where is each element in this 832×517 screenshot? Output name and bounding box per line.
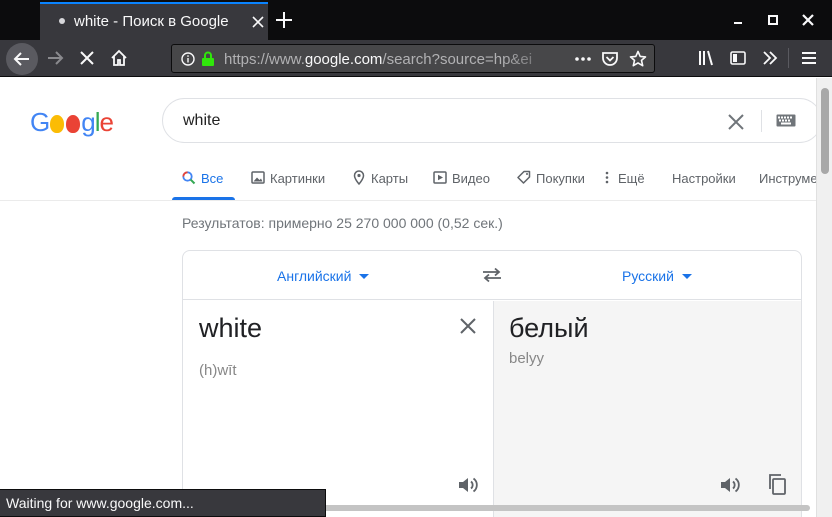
tab-label: Инструме [759, 171, 816, 186]
home-button[interactable] [110, 49, 128, 67]
copy-icon[interactable] [767, 473, 787, 495]
url-scheme: https://www. [224, 51, 305, 68]
tab-label: Картинки [270, 171, 326, 186]
status-bar: Waiting for www.google.com... [0, 489, 326, 517]
search-input[interactable]: white [183, 112, 220, 130]
tabs-divider [0, 200, 816, 201]
back-arrow-icon [13, 52, 29, 66]
web-page: Ggle white Все Картинки Карты Видео Поку… [0, 78, 816, 517]
target-transliteration: belyy [509, 350, 545, 367]
source-language-select[interactable]: Английский [277, 268, 370, 284]
site-info-icon[interactable] [181, 52, 195, 66]
play-icon [433, 171, 447, 184]
tab-label: Настройки [672, 171, 736, 186]
new-tab-icon[interactable] [275, 11, 293, 29]
url-domain: google.com [304, 51, 383, 68]
tab-label: Все [201, 171, 224, 186]
page-actions-icon[interactable] [574, 52, 592, 66]
swap-languages-icon[interactable] [481, 267, 503, 283]
search-icon [182, 171, 196, 185]
maximize-icon[interactable] [766, 13, 780, 27]
close-tab-icon[interactable] [251, 15, 265, 29]
url-fade [502, 47, 562, 71]
search-tabs: Все Картинки Карты Видео Покупки Ещё Нас… [0, 168, 816, 200]
stop-loading-button[interactable] [78, 49, 96, 67]
source-language-label: Английский [277, 268, 352, 284]
clear-source-icon[interactable] [459, 317, 477, 335]
url-text[interactable]: https://www.google.com/search?source=hp&… [224, 51, 542, 68]
clear-search-icon[interactable] [727, 113, 745, 131]
bulb-yellow-icon [50, 115, 65, 133]
map-pin-icon [353, 170, 365, 186]
lock-icon[interactable] [201, 51, 215, 67]
target-language-select[interactable]: Русский [622, 268, 692, 284]
minimize-icon[interactable] [731, 13, 745, 27]
back-button[interactable] [6, 43, 38, 75]
tag-icon [517, 170, 531, 184]
tab-label: Карты [371, 171, 409, 186]
target-language-label: Русский [622, 268, 674, 284]
google-logo[interactable]: Ggle [30, 107, 114, 138]
search-box[interactable]: white [162, 98, 816, 143]
status-text: Waiting for www.google.com... [6, 495, 194, 511]
bookmark-star-icon[interactable] [629, 50, 647, 68]
dropdown-caret-icon [359, 274, 370, 279]
forward-button[interactable] [46, 49, 64, 67]
url-bar[interactable]: https://www.google.com/search?source=hp&… [171, 44, 655, 73]
translate-card: Английский Русский white (h)wīt белый be… [182, 250, 802, 517]
image-icon [251, 171, 265, 184]
logo-letter: g [81, 107, 96, 137]
bulb-red-icon [66, 115, 81, 133]
logo-letter: e [99, 107, 114, 137]
dropdown-caret-icon [681, 274, 692, 279]
target-speaker-icon[interactable] [719, 475, 741, 495]
overflow-chevron-icon[interactable] [761, 49, 779, 67]
vertical-scrollbar[interactable] [816, 78, 832, 517]
sidebar-icon[interactable] [729, 49, 747, 67]
hamburger-menu-icon[interactable] [800, 49, 818, 67]
source-text-input[interactable]: white [199, 313, 262, 344]
tab-title: white - Поиск в Google [74, 13, 229, 30]
more-vert-icon [605, 171, 609, 184]
translated-text: белый [509, 313, 589, 343]
keyboard-icon[interactable] [776, 114, 796, 127]
navigation-bar: https://www.google.com/search?source=hp&… [0, 40, 832, 77]
scrollbar-thumb[interactable] [821, 88, 829, 174]
toolbar-separator [788, 48, 789, 68]
pocket-icon[interactable] [601, 50, 619, 68]
translate-target-pane: белый belyy [493, 301, 801, 517]
tab-label: Видео [452, 171, 490, 186]
tab-strip: white - Поиск в Google [0, 0, 832, 40]
source-speaker-icon[interactable] [457, 475, 479, 495]
search-divider [761, 110, 762, 132]
logo-letter: G [30, 107, 50, 137]
tab-label: Покупки [536, 171, 585, 186]
library-icon[interactable] [697, 49, 715, 67]
loading-indicator-icon [59, 18, 65, 24]
close-window-icon[interactable] [801, 13, 815, 27]
tab-label: Ещё [618, 171, 645, 186]
translate-header: Английский Русский [183, 251, 801, 300]
browser-tab[interactable]: white - Поиск в Google [40, 2, 268, 40]
result-stats: Результатов: примерно 25 270 000 000 (0,… [182, 215, 503, 231]
source-transliteration: (h)wīt [199, 362, 237, 379]
translate-source-pane[interactable]: white (h)wīt [183, 301, 493, 517]
